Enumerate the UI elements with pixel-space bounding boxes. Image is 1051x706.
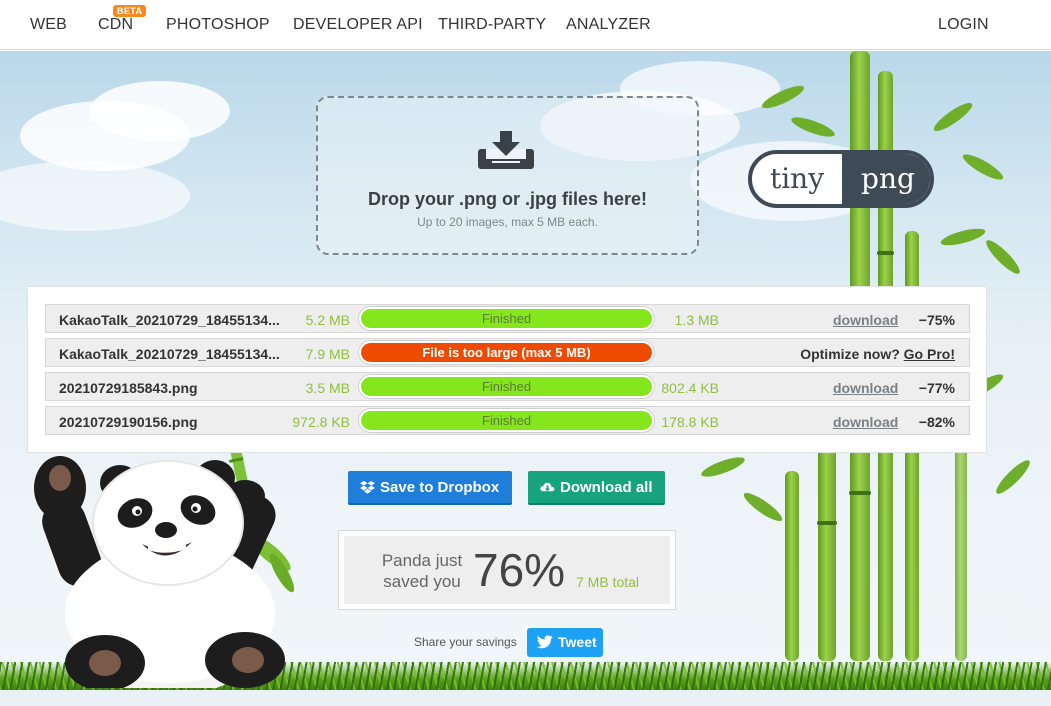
bamboo-node	[849, 491, 871, 495]
original-size: 972.8 KB	[292, 414, 350, 430]
ground-strip	[0, 690, 1051, 706]
progress-bar: Finished	[359, 375, 654, 398]
bamboo-leaf	[992, 456, 1034, 498]
bamboo-leaf	[930, 98, 976, 136]
bamboo-leaf	[982, 236, 1024, 278]
progress-bar: File is too large (max 5 MB)	[359, 341, 654, 364]
nav-third-party[interactable]: THIRD-PARTY	[438, 16, 546, 34]
savings-percent: 76%	[473, 544, 566, 596]
logo-png: png	[842, 154, 930, 204]
original-size: 7.9 MB	[305, 346, 350, 362]
nav-photoshop[interactable]: PHOTOSHOP	[166, 16, 270, 34]
twitter-bird-icon	[537, 635, 553, 649]
file-row: KakaoTalk_20210729_18455134... 7.9 MB Fi…	[45, 338, 970, 367]
nav-analyzer[interactable]: ANALYZER	[566, 16, 651, 34]
tweet-label: Tweet	[558, 634, 597, 650]
nav-login[interactable]: LOGIN	[938, 16, 989, 34]
logo-tiny: tiny	[769, 162, 825, 195]
nav-developer-api[interactable]: DEVELOPER API	[293, 16, 423, 34]
compressed-size: 178.8 KB	[661, 414, 719, 430]
original-size: 5.2 MB	[305, 312, 350, 328]
saving-percent: −82%	[918, 414, 955, 430]
go-pro-link[interactable]: Go Pro!	[904, 346, 955, 362]
original-size: 3.5 MB	[305, 380, 350, 396]
panda-mascot-illustration	[34, 438, 295, 688]
save-to-dropbox-button[interactable]: Save to Dropbox	[348, 471, 512, 505]
compressed-size: 1.3 MB	[674, 312, 719, 328]
progress-bar: Finished	[359, 307, 654, 330]
tweet-button[interactable]: Tweet	[527, 628, 603, 657]
results-panel: KakaoTalk_20210729_18455134... 5.2 MB Fi…	[27, 286, 987, 453]
nav-cdn[interactable]: CDN	[98, 16, 133, 34]
savings-line2: saved you	[383, 572, 461, 591]
optimize-text: Optimize now?	[800, 346, 900, 362]
file-drop-zone[interactable]: Drop your .png or .jpg files here! Up to…	[316, 96, 699, 255]
nav-web[interactable]: WEB	[30, 16, 67, 34]
top-navigation: WEB CDN BETA PHOTOSHOP DEVELOPER API THI…	[0, 0, 1051, 50]
bamboo-stalk	[785, 471, 799, 661]
download-link[interactable]: download	[833, 380, 898, 396]
cloud-download-icon	[540, 482, 555, 492]
progress-bar: Finished	[359, 409, 654, 432]
saving-percent: −77%	[918, 380, 955, 396]
share-label: Share your savings	[414, 635, 517, 649]
file-row: 20210729190156.png 972.8 KB Finished 178…	[45, 406, 970, 435]
download-all-label: Download all	[560, 479, 653, 496]
bamboo-node	[877, 251, 894, 255]
status-text: Finished	[481, 311, 532, 326]
beta-badge: BETA	[113, 5, 147, 17]
tinypng-logo[interactable]: tiny png	[748, 150, 934, 208]
download-link[interactable]: download	[833, 414, 898, 430]
dropzone-subtitle: Up to 20 images, max 5 MB each.	[417, 215, 598, 229]
dropbox-button-label: Save to Dropbox	[380, 479, 500, 496]
bamboo-leaf	[699, 453, 747, 481]
download-tray-icon	[478, 131, 534, 169]
savings-inner: Panda just saved you 76% 7 MB total	[344, 536, 670, 604]
download-all-button[interactable]: Download all	[528, 471, 665, 505]
savings-total: 7 MB total	[576, 574, 640, 590]
file-row: 20210729185843.png 3.5 MB Finished 802.4…	[45, 372, 970, 401]
savings-line1: Panda just	[381, 551, 463, 570]
compressed-size: 802.4 KB	[661, 380, 719, 396]
download-link[interactable]: download	[833, 312, 898, 328]
dropbox-icon	[360, 480, 375, 494]
file-row: KakaoTalk_20210729_18455134... 5.2 MB Fi…	[45, 304, 970, 333]
saving-percent: −75%	[918, 312, 955, 328]
bamboo-node	[817, 521, 837, 525]
optimize-message: Optimize now? Go Pro!	[746, 346, 955, 362]
cloud	[0, 161, 190, 231]
savings-summary: Panda just saved you 76% 7 MB total	[338, 530, 676, 610]
status-text: Finished	[481, 379, 532, 394]
bamboo-leaf	[939, 225, 987, 249]
savings-caption: Panda just saved you	[372, 550, 472, 592]
bamboo-leaf	[789, 113, 837, 141]
error-text: File is too large (max 5 MB)	[422, 345, 591, 360]
bamboo-leaf	[960, 150, 1006, 184]
dropzone-title: Drop your .png or .jpg files here!	[367, 189, 648, 209]
status-text: Finished	[481, 413, 532, 428]
bamboo-leaf	[740, 488, 786, 526]
cloud	[90, 81, 230, 141]
